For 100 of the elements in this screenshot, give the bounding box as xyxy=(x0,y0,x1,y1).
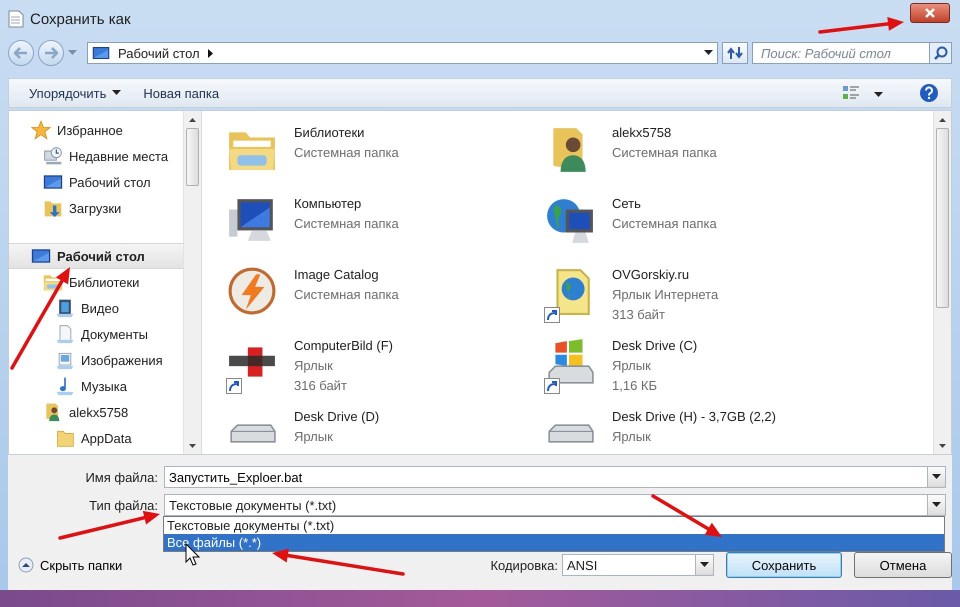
scroll-down-icon[interactable] xyxy=(189,444,196,448)
encoding-dropdown[interactable]: ANSI xyxy=(562,554,714,576)
file-name: alekx5758 xyxy=(612,124,672,142)
tree-item[interactable]: Рабочий стол xyxy=(9,169,183,195)
chevron-icon[interactable] xyxy=(208,48,214,58)
file-name: Desk Drive (C) xyxy=(612,337,698,355)
dropdown-option[interactable]: Все файлы (*.*) xyxy=(164,534,944,551)
close-icon xyxy=(924,8,936,18)
file-detail: 313 байт xyxy=(612,306,666,324)
file-name: Desk Drive (H) - 3,7GB (2,2) xyxy=(612,408,776,426)
file-item[interactable]: Компьютер Системная папка xyxy=(224,192,542,263)
file-detail: Системная папка xyxy=(294,144,399,162)
lightning-icon xyxy=(227,266,277,316)
tree-item[interactable]: Документы xyxy=(9,321,183,347)
window-title: Сохранить как xyxy=(30,10,131,28)
file-detail: Ярлык xyxy=(294,357,334,375)
dropdown-option[interactable]: Текстовые документы (*.txt) xyxy=(164,517,944,534)
address-bar[interactable]: Рабочий стол xyxy=(87,42,718,64)
caret-icon xyxy=(932,474,941,480)
desktop-icon xyxy=(92,44,110,62)
scrollbar-thumb[interactable] xyxy=(936,128,949,308)
refresh-button[interactable] xyxy=(722,42,748,64)
file-name: ComputerBild (F) xyxy=(294,337,393,355)
file-detail: Системная папка xyxy=(294,286,399,304)
field-label: Имя файла: xyxy=(84,470,159,484)
tree-item[interactable]: Рабочий стол xyxy=(9,243,183,269)
breadcrumb[interactable]: Рабочий стол xyxy=(118,46,200,60)
scroll-down-icon[interactable] xyxy=(939,444,946,448)
organize-menu[interactable]: Упорядочить xyxy=(21,82,130,104)
tree-item[interactable]: Видео xyxy=(9,295,183,321)
filename-combobox[interactable]: Запустить_Exploer.bat xyxy=(164,466,946,488)
file-detail: Ярлык xyxy=(294,428,334,446)
scroll-up-icon[interactable] xyxy=(939,118,946,122)
scroll-up-icon[interactable] xyxy=(189,118,196,122)
scrollbar[interactable] xyxy=(933,111,951,454)
collapse-icon xyxy=(18,557,34,573)
caret-icon xyxy=(874,92,883,98)
field-label: Тип файла: xyxy=(88,498,159,512)
annotation-arrow xyxy=(651,494,722,537)
dropdown-button[interactable] xyxy=(927,495,945,515)
dialog-button[interactable]: Сохранить xyxy=(726,552,842,578)
search-icon xyxy=(934,46,948,60)
file-name: Image Catalog xyxy=(294,266,380,284)
file-detail: Системная папка xyxy=(612,144,717,162)
file-item[interactable]: Desk Drive (C) Ярлык 1,16 КБ xyxy=(542,334,933,405)
file-item[interactable]: Сеть Системная папка xyxy=(542,192,933,263)
caret-icon xyxy=(704,50,713,56)
file-item[interactable]: alekx5758 Системная папка xyxy=(542,121,933,192)
close-button[interactable] xyxy=(910,3,950,23)
tree-item[interactable]: Изображения xyxy=(9,347,183,373)
dropdown-button[interactable] xyxy=(695,555,713,575)
file-detail: Ярлык Интернета xyxy=(612,286,718,304)
file-detail: Ярлык xyxy=(612,428,652,446)
file-item[interactable]: Image Catalog Системная папка xyxy=(224,263,542,334)
star-icon xyxy=(31,120,51,140)
help-icon[interactable] xyxy=(919,83,939,103)
refresh-icon xyxy=(727,46,743,60)
video-icon xyxy=(55,298,75,318)
tree-item[interactable]: Загрузки xyxy=(9,195,183,221)
search-box[interactable]: Поиск: Рабочий стол xyxy=(752,42,952,64)
file-detail: 316 байт xyxy=(294,377,348,395)
file-detail: Ярлык xyxy=(612,357,652,375)
tree-item[interactable]: Недавние места xyxy=(9,143,183,169)
file-item[interactable]: Библиотеки Системная папка xyxy=(224,121,542,192)
search-button[interactable] xyxy=(929,43,951,63)
dropdown-button[interactable] xyxy=(927,467,945,487)
file-item[interactable]: Desk Drive (H) - 3,7GB (2,2) Ярлык xyxy=(542,405,933,454)
file-name: Desk Drive (D) xyxy=(294,408,380,426)
dialog-button[interactable]: Отмена xyxy=(854,552,952,578)
folder-icon xyxy=(55,428,75,448)
images-icon xyxy=(55,350,75,370)
hide-folders-button[interactable]: Скрыть папки xyxy=(18,557,122,573)
scrollbar[interactable] xyxy=(183,111,201,454)
view-icon[interactable] xyxy=(842,85,860,101)
file-item[interactable]: OVGorskiy.ru Ярлык Интернета 313 байт xyxy=(542,263,933,334)
tree-item[interactable]: alekx5758 xyxy=(9,399,183,425)
tree-item[interactable]: AppData xyxy=(9,425,183,451)
field-label: Кодировка: xyxy=(490,558,558,572)
filetype-dropdown[interactable]: Текстовые документы (*.txt) xyxy=(164,494,946,516)
file-detail: 1,16 КБ xyxy=(612,377,658,395)
file-name: Компьютер xyxy=(294,195,362,213)
tree-item[interactable]: Музыка xyxy=(9,373,183,399)
file-name: Сеть xyxy=(612,195,642,213)
forward-arrow-icon xyxy=(44,47,58,59)
caret-icon xyxy=(112,90,122,96)
tree-item[interactable]: Избранное xyxy=(9,117,183,143)
scrollbar-thumb[interactable] xyxy=(186,128,199,186)
caret-icon xyxy=(932,502,941,508)
document-icon xyxy=(8,10,24,28)
docs-icon xyxy=(55,324,75,344)
music-icon xyxy=(55,376,75,396)
back-arrow-icon xyxy=(14,47,28,59)
file-item[interactable]: Desk Drive (D) Ярлык xyxy=(224,405,542,454)
file-name: Библиотеки xyxy=(294,124,366,142)
tree-item[interactable]: Библиотеки xyxy=(9,269,183,295)
toolbar-button[interactable]: Новая папка xyxy=(135,82,228,104)
file-detail: Системная папка xyxy=(612,215,717,233)
file-detail: Системная папка xyxy=(294,215,399,233)
file-item[interactable]: ComputerBild (F) Ярлык 316 байт xyxy=(224,334,542,405)
caret-icon xyxy=(700,562,709,568)
